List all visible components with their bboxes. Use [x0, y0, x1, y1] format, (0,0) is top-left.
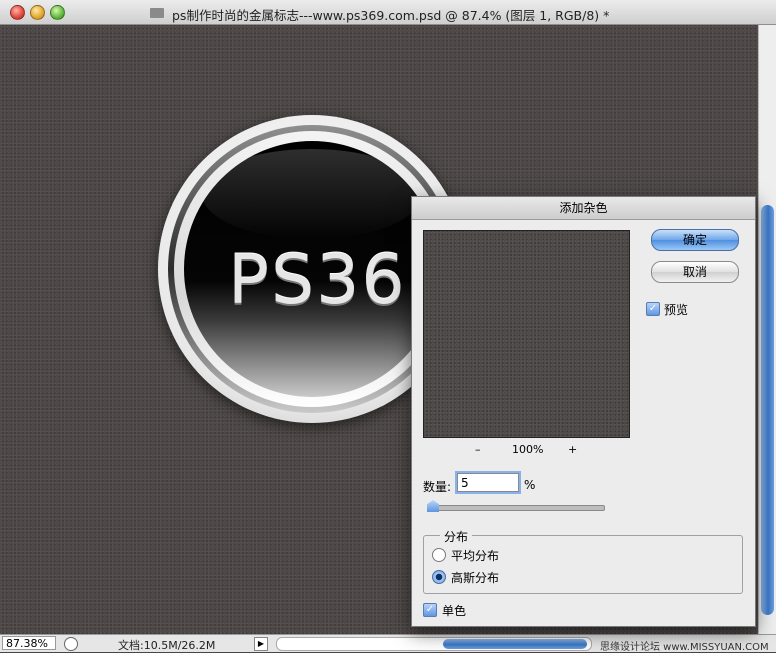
logo-gloss: [202, 149, 422, 239]
add-noise-dialog: 添加杂色 – 100% + 确定 取消 ✓ 预览 数量: % 分布 平均分布 高…: [411, 196, 756, 627]
logo-silver-ring: PS369: [174, 131, 450, 407]
preview-zoom-in-button[interactable]: +: [568, 443, 577, 456]
gaussian-distribution-label: 高斯分布: [451, 571, 500, 585]
preview-zoom-out-button[interactable]: –: [475, 443, 481, 456]
gaussian-distribution-radio[interactable]: [432, 570, 446, 584]
vertical-scroll-thumb[interactable]: [761, 205, 774, 615]
vertical-scrollbar[interactable]: [758, 25, 776, 634]
ok-button[interactable]: 确定: [651, 229, 739, 251]
minimize-window-button[interactable]: [30, 5, 45, 20]
document-icon: [150, 8, 164, 18]
amount-input[interactable]: [457, 473, 519, 492]
window-title: ps制作时尚的金属标志---www.ps369.com.psd @ 87.4% …: [172, 8, 610, 23]
amount-slider-track[interactable]: [429, 505, 605, 511]
monochrome-label: 单色: [442, 604, 467, 618]
logo-text: PS369: [228, 241, 440, 320]
dialog-title: 添加杂色: [412, 197, 755, 220]
uniform-distribution-label: 平均分布: [451, 549, 500, 563]
filter-preview[interactable]: [423, 230, 630, 438]
distribution-title: 分布: [440, 528, 473, 545]
amount-label: 数量:: [423, 480, 452, 494]
zoom-window-button[interactable]: [50, 5, 65, 20]
status-menu-arrow-icon[interactable]: ▶: [254, 637, 268, 651]
close-window-button[interactable]: [10, 5, 25, 20]
zoom-level-field[interactable]: 87.38%: [2, 636, 56, 650]
logo-disc: PS369: [184, 141, 440, 397]
preview-checkbox[interactable]: ✓: [646, 302, 660, 316]
cancel-button[interactable]: 取消: [651, 261, 739, 283]
amount-slider-thumb[interactable]: [427, 500, 439, 512]
horizontal-scrollbar[interactable]: [276, 637, 592, 651]
preview-label: 预览: [664, 303, 689, 317]
status-bar: 87.38% 文档:10.5M/26.2M ▶ 思缘设计论坛 www.MISSY…: [0, 634, 776, 653]
clock-icon[interactable]: [64, 637, 78, 651]
monochrome-checkbox[interactable]: ✓: [423, 603, 437, 617]
amount-unit: %: [524, 478, 536, 492]
preview-zoom-level: 100%: [512, 443, 544, 456]
window-title-bar: ps制作时尚的金属标志---www.ps369.com.psd @ 87.4% …: [0, 0, 776, 25]
distribution-group: 分布 平均分布 高斯分布: [423, 528, 743, 594]
horizontal-scroll-thumb[interactable]: [443, 639, 587, 649]
uniform-distribution-radio[interactable]: [432, 548, 446, 562]
